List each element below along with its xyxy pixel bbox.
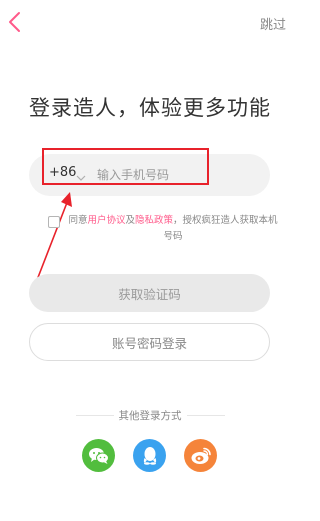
wechat-icon	[88, 447, 109, 464]
get-verification-code-button[interactable]: 获取验证码	[29, 274, 270, 312]
back-button[interactable]	[6, 10, 26, 34]
divider-right	[187, 415, 225, 416]
qq-login-button[interactable]	[133, 439, 166, 472]
weibo-login-button[interactable]	[184, 439, 217, 472]
page-title: 登录造人，体验更多功能	[29, 96, 271, 120]
wechat-login-button[interactable]	[82, 439, 115, 472]
password-login-button[interactable]: 账号密码登录	[29, 323, 270, 361]
skip-button[interactable]: 跳过	[260, 14, 286, 33]
agreement-text: 同意用户协议及隐私政策，授权疯狂造人获取本机号码	[68, 213, 278, 245]
privacy-policy-link[interactable]: 隐私政策	[135, 215, 173, 226]
chevron-left-icon	[9, 12, 20, 32]
qq-icon	[143, 446, 156, 465]
agreement-suffix: ，授权疯狂造人获取本机号码	[163, 215, 278, 242]
agreement-prefix: 同意	[68, 215, 88, 226]
agreement-checkbox[interactable]	[48, 216, 60, 228]
weibo-icon	[191, 447, 211, 464]
other-login-label: 其他登录方式	[118, 410, 182, 422]
user-agreement-link[interactable]: 用户协议	[87, 215, 125, 226]
agreement-conjunction: 及	[125, 215, 135, 226]
annotation-highlight-box	[42, 148, 209, 185]
